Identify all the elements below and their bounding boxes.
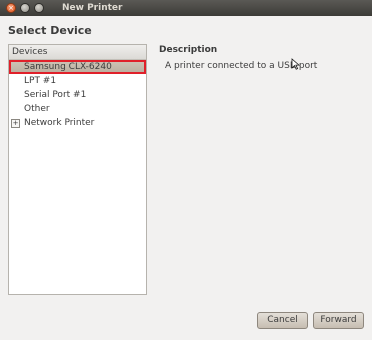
- device-item-network-printer[interactable]: + Network Printer: [9, 116, 146, 130]
- description-title: Description: [159, 45, 218, 55]
- device-item-label: Serial Port #1: [24, 90, 87, 100]
- minimize-window-button[interactable]: [20, 3, 30, 13]
- page-heading: Select Device: [8, 24, 92, 37]
- device-item-serial-port-1[interactable]: Serial Port #1: [9, 88, 146, 102]
- device-item-other[interactable]: Other: [9, 102, 146, 116]
- device-item-samsung-clx-6240[interactable]: Samsung CLX-6240: [9, 60, 146, 74]
- devices-column-header[interactable]: Devices: [9, 45, 146, 60]
- mouse-pointer-icon: [291, 58, 300, 70]
- window-title: New Printer: [62, 3, 123, 13]
- device-item-label: Other: [24, 104, 50, 114]
- device-item-label: Network Printer: [24, 118, 95, 128]
- device-item-lpt-1[interactable]: LPT #1: [9, 74, 146, 88]
- maximize-window-button[interactable]: [34, 3, 44, 13]
- device-item-label: LPT #1: [24, 76, 57, 86]
- title-bar: × New Printer: [0, 0, 372, 16]
- expander-plus-icon[interactable]: +: [11, 119, 20, 128]
- close-window-button[interactable]: ×: [6, 3, 16, 13]
- device-item-label: Samsung CLX-6240: [24, 62, 112, 72]
- devices-list[interactable]: Devices Samsung CLX-6240 LPT #1 Serial P…: [8, 44, 147, 295]
- forward-button[interactable]: Forward: [313, 312, 364, 329]
- cancel-button[interactable]: Cancel: [257, 312, 308, 329]
- new-printer-window: × New Printer Select Device Devices Sams…: [0, 0, 372, 340]
